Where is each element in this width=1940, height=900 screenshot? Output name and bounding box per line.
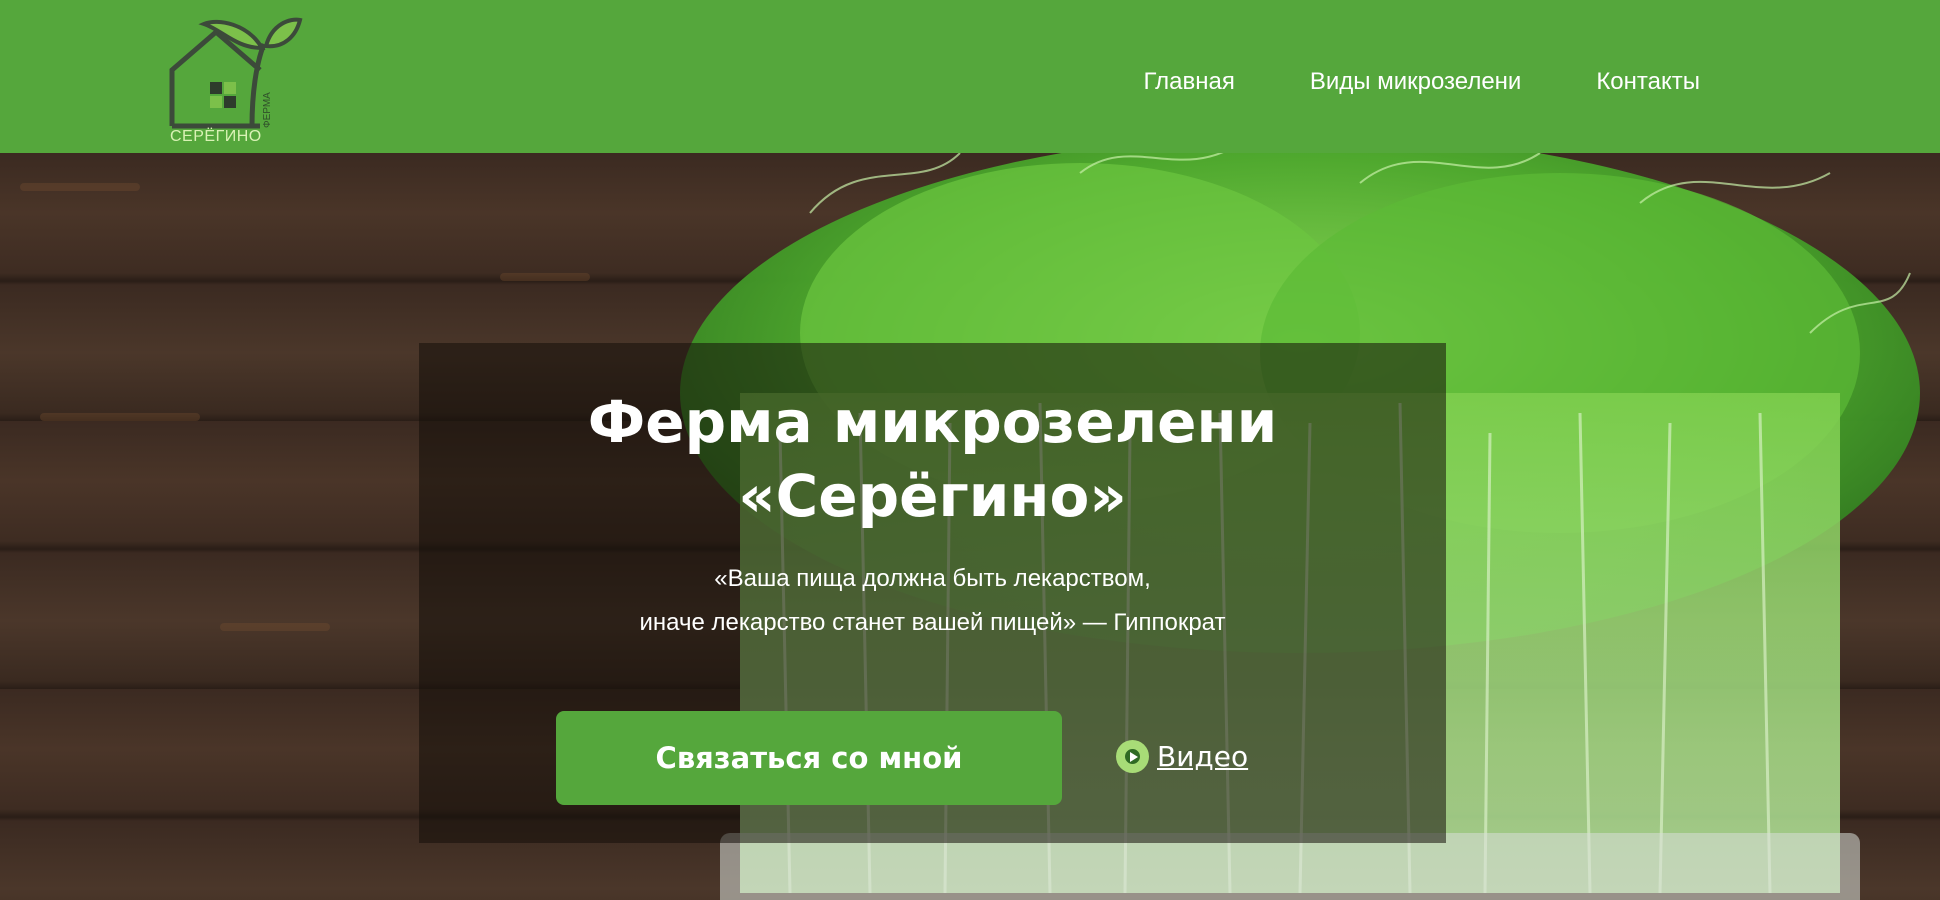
contact-me-button[interactable]: Связаться со мной xyxy=(556,711,1062,805)
hero-quote: «Ваша пища должна быть лекарством, иначе… xyxy=(419,557,1446,645)
nav-link-contacts[interactable]: Контакты xyxy=(1596,68,1700,96)
nav-link-microgreens[interactable]: Виды микрозелени xyxy=(1310,68,1521,96)
play-circle-icon xyxy=(1116,740,1149,773)
logo-tagline: ФЕРМА xyxy=(262,92,273,128)
hero-quote-line-2: иначе лекарство станет вашей пищей» — Ги… xyxy=(639,609,1226,636)
hero-section: Ферма микрозелени «Серёгино» «Ваша пища … xyxy=(0,153,1940,900)
hero-title: Ферма микрозелени «Серёгино» xyxy=(419,385,1446,533)
video-label: Видео xyxy=(1157,740,1249,773)
site-header: СЕРЁГИНО ФЕРМА Главная Виды микрозелени … xyxy=(0,0,1940,153)
logo-wordmark: СЕРЁГИНО xyxy=(170,128,262,145)
nav-link-home[interactable]: Главная xyxy=(1144,68,1235,96)
wood-grain xyxy=(20,183,140,191)
video-link[interactable]: Видео xyxy=(1116,740,1248,773)
hero-title-line-1: Ферма микрозелени xyxy=(587,388,1278,456)
wood-grain xyxy=(220,623,330,631)
hero-quote-line-1: «Ваша пища должна быть лекарством, xyxy=(714,565,1151,592)
wood-grain xyxy=(40,413,200,421)
wood-grain xyxy=(500,273,590,281)
hero-title-line-2: «Серёгино» xyxy=(738,462,1127,530)
main-nav: Главная Виды микрозелени Контакты xyxy=(1144,68,1701,96)
